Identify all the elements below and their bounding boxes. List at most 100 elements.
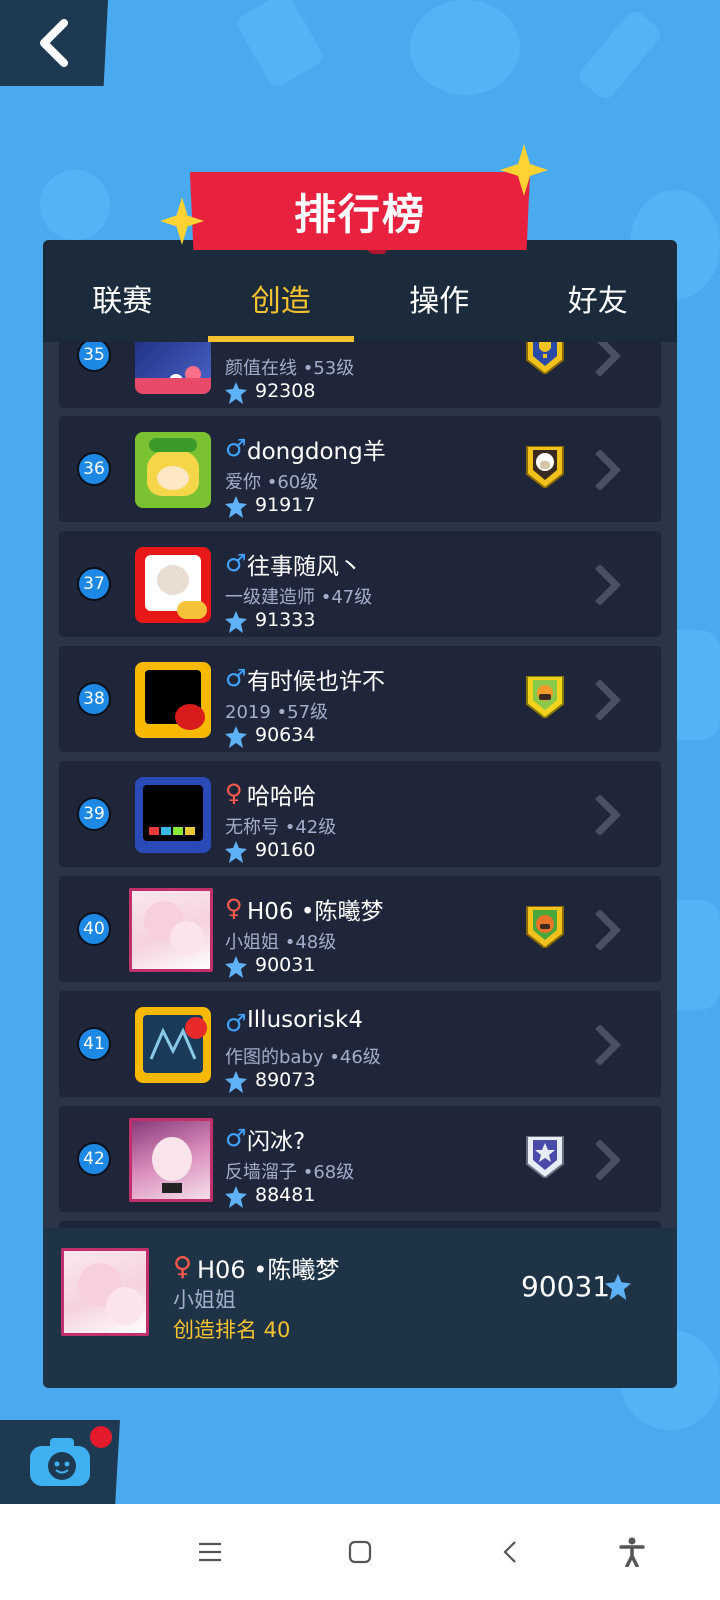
rank-badge: 35 (77, 342, 111, 372)
player-subtitle: 作图的baby •46级 (225, 1047, 381, 1068)
female-icon: ♀ (225, 894, 243, 922)
leaderboard-panel: 联赛 创造 操作 好友 35 颜值在线 •53级 92308 36 ♂ dong… (43, 240, 677, 1388)
leaderboard-row[interactable]: 36 ♂ dongdong羊 爱你 •60级 91917 (59, 416, 661, 522)
rank-badge: 39 (77, 797, 111, 831)
star-gem-icon (225, 382, 247, 404)
chevron-right-icon[interactable] (595, 795, 621, 835)
male-icon: ♂ (225, 664, 247, 692)
home-icon[interactable] (342, 1534, 378, 1570)
star-gem-icon (225, 841, 247, 863)
system-nav-bar (0, 1504, 720, 1600)
player-name: 往事随风丶 (247, 554, 362, 580)
my-name: H06 •陈曦梦 (197, 1256, 340, 1284)
player-score: 89073 (255, 1069, 316, 1091)
avatar[interactable] (129, 888, 213, 972)
male-icon: ♂ (225, 1009, 247, 1037)
chevron-left-icon (40, 19, 68, 67)
tab-league[interactable]: 联赛 (43, 240, 202, 342)
player-score: 88481 (255, 1184, 316, 1206)
player-subtitle: 无称号 •42级 (225, 817, 337, 838)
female-icon: ♀ (225, 779, 243, 807)
my-avatar[interactable] (61, 1248, 149, 1336)
menu-icon[interactable] (192, 1534, 228, 1570)
player-name: 哈哈哈 (247, 784, 316, 810)
rank-badge: 42 (77, 1142, 111, 1176)
leaderboard-row[interactable]: 39 ♀ 哈哈哈 无称号 •42级 90160 (59, 761, 661, 867)
star-gem-icon (225, 1071, 247, 1093)
player-subtitle: 2019 •57级 (225, 702, 329, 723)
chevron-right-icon[interactable] (595, 1140, 621, 1180)
player-subtitle: 反墙溜子 •68级 (225, 1162, 355, 1183)
my-rank-footer[interactable]: ♀ H06 •陈曦梦 小姐姐 创造排名 40 90031 (43, 1228, 677, 1388)
player-subtitle: 颜值在线 •53级 (225, 358, 355, 379)
player-score: 91333 (255, 609, 316, 631)
star-gem-icon (605, 1274, 631, 1300)
tab-bar: 联赛 创造 操作 好友 (43, 240, 677, 342)
tab-create[interactable]: 创造 (202, 240, 361, 342)
leaderboard-list[interactable]: 35 颜值在线 •53级 92308 36 ♂ dongdong羊 爱你 •60… (43, 342, 677, 1248)
player-subtitle: 小姐姐 •48级 (225, 932, 337, 953)
rank-badge: 36 (77, 452, 111, 486)
rank-badge: 40 (77, 912, 111, 946)
avatar[interactable] (135, 662, 211, 738)
my-rank-text: 创造排名 40 (173, 1318, 291, 1342)
trophy-badge-icon (526, 342, 564, 374)
chevron-right-icon[interactable] (595, 680, 621, 720)
back-button[interactable] (0, 0, 108, 86)
chevron-right-icon[interactable] (595, 565, 621, 605)
player-score: 92308 (255, 380, 316, 402)
player-name: dongdong羊 (247, 439, 386, 465)
notification-dot (90, 1426, 112, 1448)
leaderboard-row[interactable]: 38 ♂ 有时候也许不 2019 •57级 90634 (59, 646, 661, 752)
leaderboard-row[interactable]: 42 ♂ 闪冰? 反墙溜子 •68级 88481 (59, 1106, 661, 1212)
player-score: 91917 (255, 494, 316, 516)
leaderboard-title-banner: 排行榜 (190, 172, 530, 250)
avatar[interactable] (135, 432, 211, 508)
star-gem-icon (225, 956, 247, 978)
rank-badge: 37 (77, 567, 111, 601)
leaderboard-row[interactable]: 40 ♀ H06 •陈曦梦 小姐姐 •48级 90031 (59, 876, 661, 982)
star-gem-icon (225, 496, 247, 518)
male-icon: ♂ (225, 549, 247, 577)
player-name: H06 •陈曦梦 (247, 899, 384, 925)
avatar[interactable] (129, 1118, 213, 1202)
camera-icon (30, 1438, 90, 1486)
accessibility-icon[interactable] (614, 1534, 650, 1570)
chevron-right-icon[interactable] (595, 1025, 621, 1065)
my-score: 90031 (521, 1270, 611, 1303)
tab-friends[interactable]: 好友 (519, 240, 678, 342)
my-subtitle: 小姐姐 (173, 1288, 236, 1312)
avatar[interactable] (135, 777, 211, 853)
leaderboard-row[interactable]: 41 ♂ Illusorisk4 作图的baby •46级 89073 (59, 991, 661, 1097)
male-icon: ♂ (225, 434, 247, 462)
female-icon: ♀ (173, 1252, 193, 1282)
chevron-right-icon[interactable] (595, 342, 621, 376)
player-score: 90031 (255, 954, 316, 976)
avatar[interactable] (135, 342, 211, 394)
chevron-right-icon[interactable] (595, 910, 621, 950)
star-gem-icon (225, 726, 247, 748)
page-title: 排行榜 (293, 189, 426, 239)
star-gem-icon (225, 611, 247, 633)
leaderboard-row[interactable]: 37 ♂ 往事随风丶 一级建造师 •47级 91333 (59, 531, 661, 637)
avatar[interactable] (135, 1007, 211, 1083)
player-name: Illusorisk4 (247, 1007, 363, 1033)
star-gem-icon (225, 1186, 247, 1208)
sheep-badge-icon (526, 446, 564, 488)
star-decoration-icon (500, 144, 548, 196)
back-nav-icon[interactable] (492, 1534, 528, 1570)
player-subtitle: 爱你 •60级 (225, 472, 319, 493)
tab-operate[interactable]: 操作 (360, 240, 519, 342)
star-decoration-icon (160, 197, 204, 245)
player-score: 90634 (255, 724, 316, 746)
player-name: 有时候也许不 (247, 669, 385, 695)
chevron-right-icon[interactable] (595, 450, 621, 490)
male-icon: ♂ (225, 1124, 247, 1152)
star-badge-icon (526, 1136, 564, 1178)
rank-badge: 41 (77, 1027, 111, 1061)
player-score: 90160 (255, 839, 316, 861)
avatar[interactable] (135, 547, 211, 623)
rank-badge: 38 (77, 682, 111, 716)
leaderboard-row[interactable]: 35 颜值在线 •53级 92308 (59, 342, 661, 408)
player-name: 闪冰? (247, 1129, 306, 1155)
